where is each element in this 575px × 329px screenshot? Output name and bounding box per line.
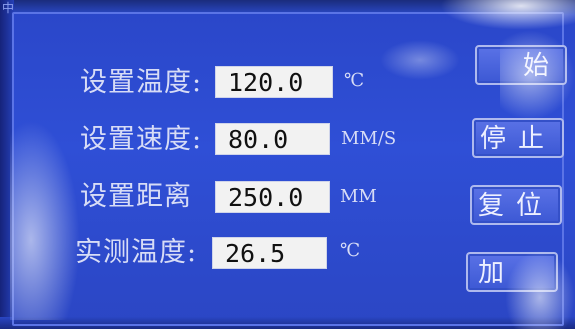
set-distance-field[interactable]: 250.0 [215, 181, 330, 213]
heat-button[interactable]: 加 [466, 252, 558, 292]
set-temperature-unit: ℃ [344, 70, 365, 91]
set-speed-label: 设置速度: [80, 124, 203, 155]
measured-temperature-unit: ℃ [340, 240, 361, 261]
stop-button[interactable]: 停止 [472, 118, 564, 158]
set-temperature-field[interactable]: 120.0 [215, 66, 333, 98]
top-strip-text: 中 [2, 1, 15, 15]
set-distance-unit: MM [340, 186, 377, 207]
measured-temperature-label: 实测温度: [75, 237, 198, 268]
set-speed-unit: MM/S [341, 128, 397, 149]
measured-temperature-field: 26.5 [212, 237, 327, 269]
set-distance-label: 设置距离 [80, 181, 192, 212]
hmi-screen: 中 设置温度: 120.0 ℃ 设置速度: 80.0 MM/S 设置距离 250… [0, 0, 575, 329]
set-temperature-label: 设置温度: [80, 67, 203, 98]
set-speed-field[interactable]: 80.0 [215, 123, 330, 155]
start-button[interactable]: 始 [475, 45, 567, 85]
reset-button[interactable]: 复位 [470, 185, 562, 225]
